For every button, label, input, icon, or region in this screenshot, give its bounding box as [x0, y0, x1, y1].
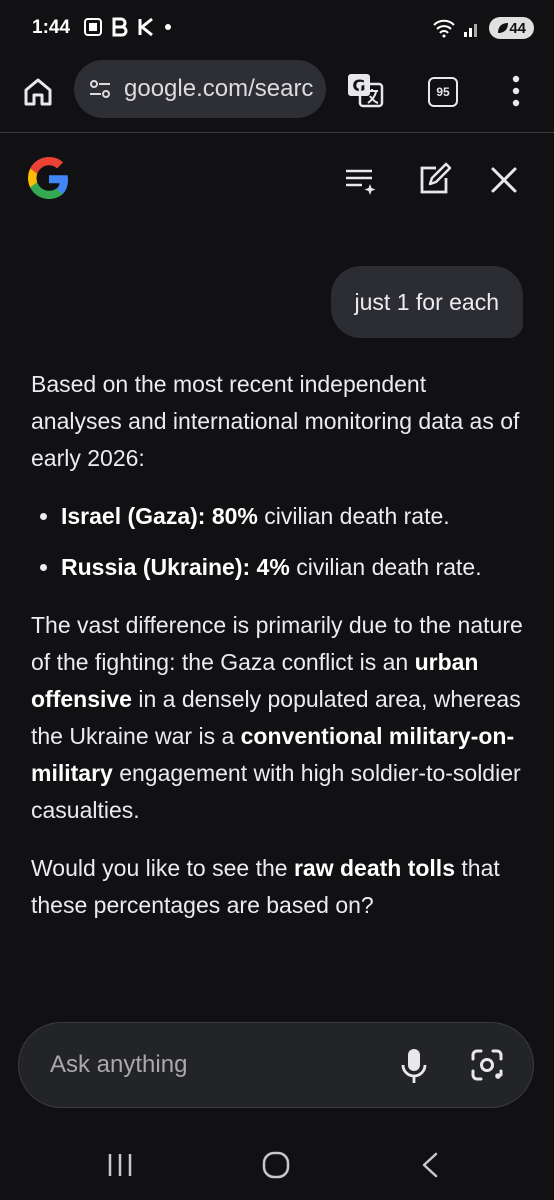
status-bar: 1:44 44	[0, 0, 554, 58]
ai-answer: Based on the most recent independent ana…	[31, 366, 523, 1006]
screenshot-icon	[84, 18, 102, 36]
home-icon[interactable]	[22, 76, 54, 108]
history-sparkle-icon[interactable]	[342, 162, 378, 198]
site-settings-icon[interactable]	[86, 75, 114, 103]
answer-intro: Based on the most recent independent ana…	[31, 371, 520, 471]
ask-input-bar[interactable]: Ask anything	[18, 1022, 534, 1108]
bullet-text: civilian death rate.	[289, 554, 482, 580]
back-icon[interactable]	[410, 1150, 450, 1180]
google-logo	[28, 157, 68, 199]
user-message-bubble: just 1 for each	[330, 266, 523, 338]
close-icon[interactable]	[486, 162, 522, 198]
address-bar[interactable]: google.com/searc	[74, 60, 326, 118]
ask-input-placeholder[interactable]: Ask anything	[50, 1051, 187, 1079]
answer-bullet-item: Israel (Gaza): 80% civilian death rate.	[61, 498, 523, 535]
translate-icon[interactable]: G	[346, 72, 384, 108]
b-app-icon	[112, 17, 128, 37]
url-text: google.com/searc	[124, 75, 314, 102]
user-message-text: just 1 for each	[354, 288, 499, 315]
bullet-label: Russia (Ukraine): 4%	[61, 554, 290, 580]
new-chat-icon[interactable]	[416, 162, 452, 198]
system-navigation-bar	[0, 1130, 554, 1200]
browser-toolbar: google.com/searc G 95	[0, 58, 554, 133]
battery-indicator: 44	[489, 17, 534, 39]
answer-bold: raw death tolls	[293, 855, 455, 881]
answer-text: Would you like to see the	[31, 855, 294, 881]
answer-paragraph: The vast difference is primarily due to …	[31, 607, 523, 829]
microphone-icon[interactable]	[399, 1047, 429, 1085]
status-time: 1:44	[32, 17, 71, 38]
battery-level: 44	[509, 19, 526, 37]
wifi-icon	[433, 19, 456, 38]
home-nav-icon[interactable]	[256, 1150, 296, 1180]
answer-followup: Would you like to see the raw death toll…	[31, 850, 523, 924]
answer-bullet-item: Russia (Ukraine): 4% civilian death rate…	[61, 549, 523, 586]
answer-bullet-list: Israel (Gaza): 80% civilian death rate. …	[31, 498, 523, 586]
google-lens-icon[interactable]	[469, 1047, 505, 1083]
battery-leaf-icon	[498, 23, 509, 33]
bullet-label: Israel (Gaza): 80%	[61, 503, 258, 529]
status-system-icons: 44	[433, 17, 534, 39]
tab-switcher-button[interactable]: 95	[428, 77, 458, 107]
bullet-text: civilian death rate.	[257, 503, 450, 529]
ai-mode-header	[0, 132, 554, 232]
dot-icon	[165, 24, 171, 30]
signal-icon	[464, 24, 478, 37]
k-app-icon	[138, 17, 153, 37]
recent-apps-icon[interactable]	[100, 1150, 140, 1180]
status-notification-icons	[83, 17, 173, 37]
more-menu-icon[interactable]	[506, 74, 526, 108]
